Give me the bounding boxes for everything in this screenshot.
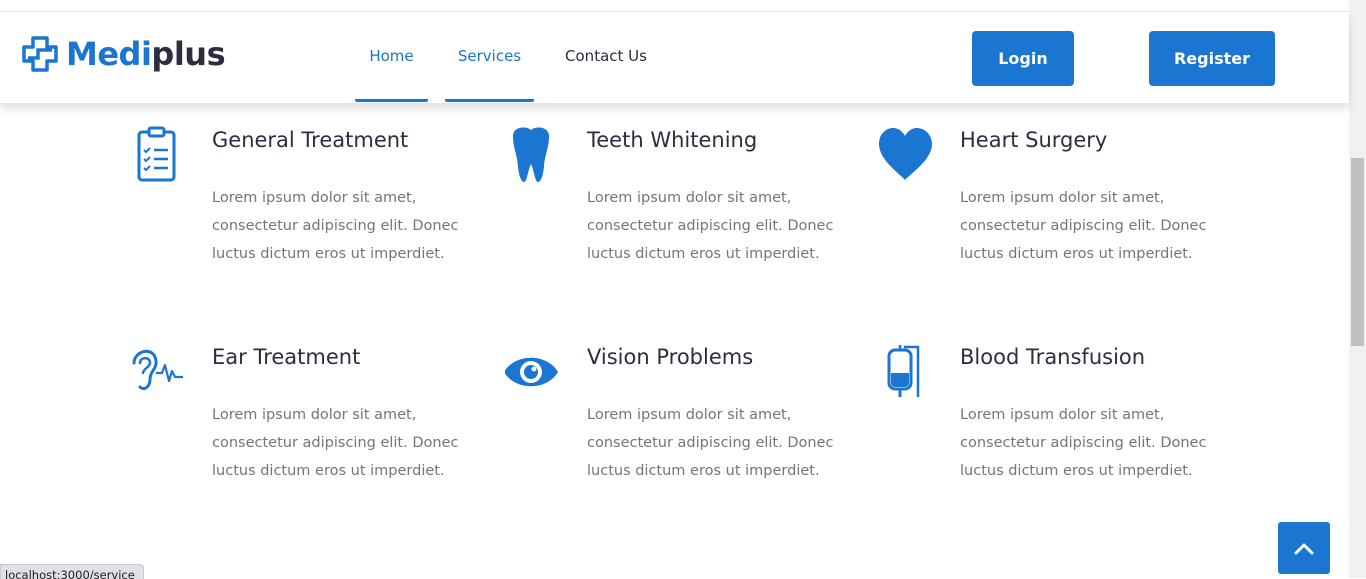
service-description: Lorem ipsum dolor sit amet, consectetur …	[587, 407, 834, 479]
brand-name-part1: Medi	[66, 35, 152, 73]
service-title: Heart Surgery	[960, 128, 1108, 152]
service-title: Teeth Whitening	[587, 128, 758, 152]
service-description: Lorem ipsum dolor sit amet, consectetur …	[587, 190, 834, 262]
status-bar-url: localhost:3000/service	[0, 564, 144, 579]
tooth-icon	[513, 127, 549, 182]
nav-contact-us[interactable]: Contact Us	[554, 12, 658, 99]
scroll-to-top-button[interactable]	[1278, 522, 1330, 574]
service-title: Vision Problems	[587, 345, 754, 369]
nav-services[interactable]: Services	[445, 12, 534, 102]
service-card-teeth-whitening: Teeth Whitening Lorem ipsum dolor sit am…	[505, 126, 835, 286]
service-description: Lorem ipsum dolor sit amet, consectetur …	[960, 190, 1207, 262]
service-description: Lorem ipsum dolor sit amet, consectetur …	[212, 190, 459, 262]
service-card-vision-problems: Vision Problems Lorem ipsum dolor sit am…	[505, 343, 835, 503]
site-header: Mediplus Home Services Contact Us Login …	[0, 12, 1349, 103]
service-card-general-treatment: General Treatment Lorem ipsum dolor sit …	[130, 126, 460, 286]
logo[interactable]: Mediplus	[22, 34, 226, 74]
top-edge	[0, 0, 1349, 12]
service-title: Blood Transfusion	[960, 345, 1146, 369]
medical-cross-logo-icon	[22, 36, 58, 72]
service-card-ear-treatment: Ear Treatment Lorem ipsum dolor sit amet…	[130, 343, 460, 503]
login-button[interactable]: Login	[972, 31, 1074, 86]
clipboard-icon	[137, 126, 176, 182]
service-card-heart-surgery: Heart Surgery Lorem ipsum dolor sit amet…	[878, 126, 1208, 286]
brand-name-part2: plus	[151, 35, 226, 73]
nav-home[interactable]: Home	[355, 12, 428, 102]
scrollbar-thumb[interactable]	[1351, 158, 1364, 346]
brand-name: Mediplus	[66, 34, 226, 74]
eye-icon	[505, 357, 558, 387]
service-card-blood-transfusion: Blood Transfusion Lorem ipsum dolor sit …	[878, 343, 1208, 503]
service-description: Lorem ipsum dolor sit amet, consectetur …	[960, 407, 1207, 479]
blood-bag-icon	[887, 345, 920, 397]
chevron-up-icon	[1294, 543, 1314, 555]
heart-icon	[879, 128, 932, 180]
service-title: Ear Treatment	[212, 345, 361, 369]
register-button[interactable]: Register	[1149, 31, 1275, 86]
ear-icon	[132, 349, 183, 391]
service-description: Lorem ipsum dolor sit amet, consectetur …	[212, 407, 459, 479]
service-title: General Treatment	[212, 128, 409, 152]
